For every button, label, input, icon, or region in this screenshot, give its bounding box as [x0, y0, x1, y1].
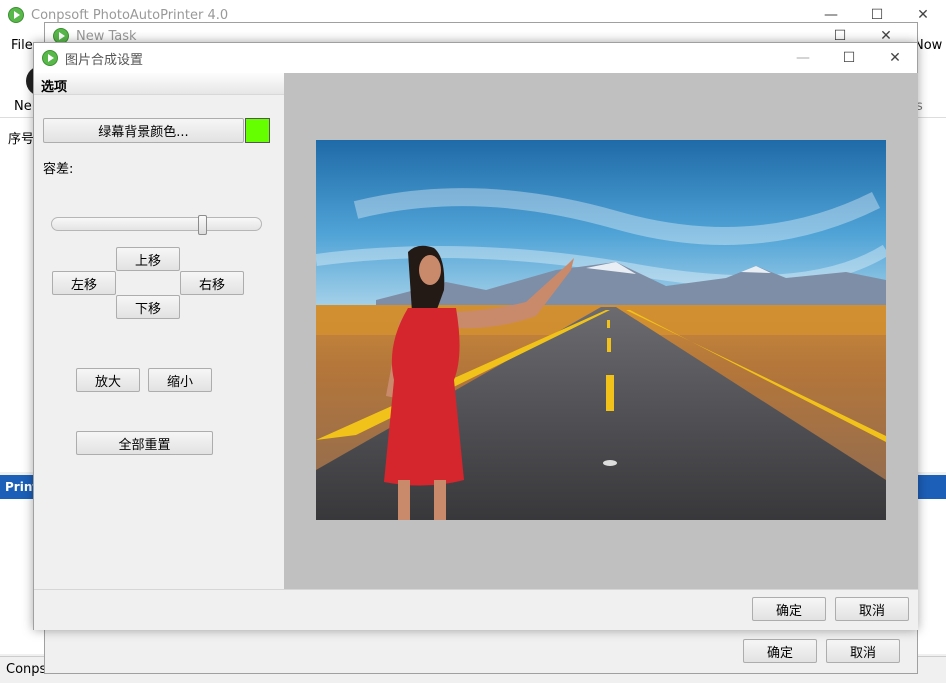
move-left-button[interactable]: 左移 — [52, 271, 116, 295]
new-task-label[interactable]: Ne — [14, 99, 32, 114]
green-background-color-button[interactable]: 绿幕背景颜色... — [43, 118, 244, 143]
app-icon — [8, 7, 24, 23]
composite-settings-dialog: 图片合成设置 — ☐ ✕ 选项 绿幕背景颜色... 容差: 上移 左移 右移 下… — [33, 42, 918, 630]
tolerance-label: 容差: — [43, 162, 74, 177]
green-background-color-swatch[interactable] — [245, 118, 270, 143]
options-panel: 选项 绿幕背景颜色... 容差: 上移 左移 右移 下移 放大 缩小 全部重置 — [34, 73, 284, 589]
menu-file[interactable]: File — [11, 38, 33, 53]
preview-panel — [284, 73, 918, 589]
grid-header-index: 序号 — [8, 132, 35, 147]
new-task-footer: 确定 取消 — [45, 633, 917, 673]
new-task-cancel-button[interactable]: 取消 — [826, 639, 900, 663]
dialog-footer: 确定 取消 — [34, 589, 918, 630]
tolerance-slider-track[interactable] — [51, 217, 262, 231]
tolerance-slider-thumb[interactable] — [197, 215, 207, 235]
dialog-cancel-button[interactable]: 取消 — [835, 597, 909, 621]
menu-now[interactable]: Now — [914, 38, 942, 53]
move-down-button[interactable]: 下移 — [116, 295, 180, 319]
dialog-titlebar: 图片合成设置 — ☐ ✕ — [34, 43, 917, 73]
dialog-close-button[interactable]: ✕ — [872, 43, 918, 73]
reset-all-button[interactable]: 全部重置 — [76, 431, 213, 455]
composite-preview-image — [316, 140, 886, 520]
dialog-title: 图片合成设置 — [65, 52, 144, 68]
dialog-app-icon — [42, 50, 58, 66]
dialog-minimize-button[interactable]: — — [780, 43, 826, 73]
dialog-maximize-button[interactable]: ☐ — [826, 43, 872, 73]
move-right-button[interactable]: 右移 — [180, 271, 244, 295]
preview-photo-svg — [316, 140, 886, 520]
move-up-button[interactable]: 上移 — [116, 247, 180, 271]
dialog-ok-button[interactable]: 确定 — [752, 597, 826, 621]
new-task-ok-button[interactable]: 确定 — [743, 639, 817, 663]
zoom-out-button[interactable]: 缩小 — [148, 368, 212, 392]
zoom-in-button[interactable]: 放大 — [76, 368, 140, 392]
options-header: 选项 — [34, 73, 284, 95]
main-window-title: Conpsoft PhotoAutoPrinter 4.0 — [31, 7, 229, 23]
